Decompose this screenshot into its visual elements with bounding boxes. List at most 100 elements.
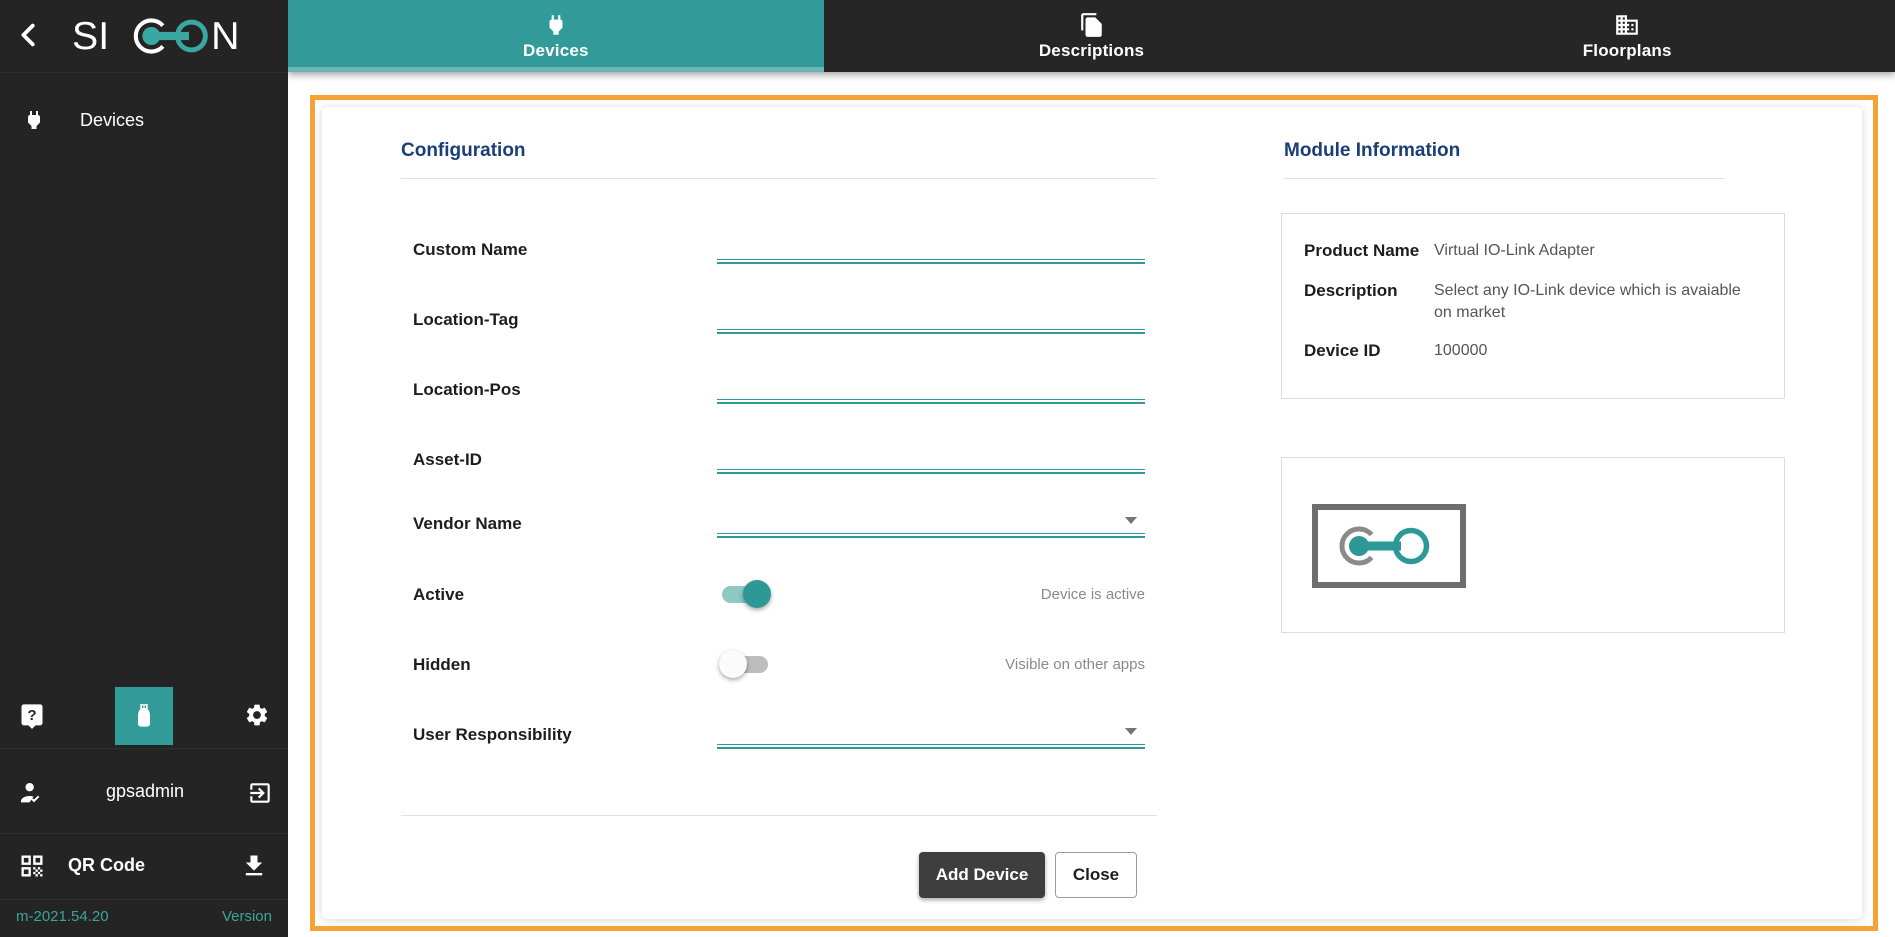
svg-text:?: ? bbox=[27, 707, 36, 724]
plug-icon bbox=[543, 12, 569, 38]
tab-floorplans[interactable]: Floorplans bbox=[1359, 0, 1895, 72]
input-underline bbox=[717, 744, 1145, 749]
sicon-logo: SI N bbox=[72, 10, 252, 62]
gear-icon bbox=[244, 702, 270, 728]
module-info-card: Product Name Virtual IO-Link Adapter Des… bbox=[1281, 213, 1785, 399]
version-value: m-2021.54.20 bbox=[16, 908, 109, 925]
tab-descriptions[interactable]: Descriptions bbox=[824, 0, 1360, 72]
help-button[interactable]: ? bbox=[18, 702, 46, 730]
vendor-name-select[interactable] bbox=[717, 504, 1145, 544]
configuration-title: Configuration bbox=[401, 140, 526, 162]
form-row-location-pos: Location-Pos bbox=[413, 370, 1145, 410]
logout-icon bbox=[247, 780, 273, 806]
sidebar-usb-module-button[interactable] bbox=[115, 687, 173, 745]
asset-id-input[interactable] bbox=[717, 440, 1145, 480]
field-label: User Responsibility bbox=[413, 715, 572, 755]
field-hint: Device is active bbox=[1041, 575, 1145, 615]
input-underline bbox=[717, 329, 1145, 334]
qr-code-icon bbox=[18, 852, 46, 880]
module-information-title: Module Information bbox=[1284, 140, 1460, 162]
toggle-knob bbox=[719, 650, 747, 678]
input-underline bbox=[717, 533, 1145, 538]
field-label: Vendor Name bbox=[413, 504, 522, 544]
location-pos-input[interactable] bbox=[717, 370, 1145, 410]
sidebar: SI N Devices ? bbox=[0, 0, 288, 937]
download-button[interactable] bbox=[240, 852, 268, 880]
app-root: SI N Devices ? bbox=[0, 0, 1895, 937]
tab-label: Floorplans bbox=[1583, 41, 1672, 61]
input-underline bbox=[717, 259, 1145, 264]
co-device-logo bbox=[1329, 518, 1449, 574]
version-label: Version bbox=[222, 908, 272, 925]
divider bbox=[401, 815, 1157, 816]
hidden-toggle-field: Visible on other apps bbox=[717, 645, 1145, 685]
field-label: Asset-ID bbox=[413, 440, 482, 480]
field-hint: Visible on other apps bbox=[1005, 645, 1145, 685]
active-toggle[interactable] bbox=[722, 586, 768, 603]
sidebar-divider bbox=[0, 748, 288, 749]
chevron-down-icon[interactable] bbox=[1125, 517, 1137, 524]
user-check-icon bbox=[18, 779, 46, 807]
back-button[interactable] bbox=[14, 20, 46, 52]
building-icon bbox=[1614, 12, 1640, 38]
input-underline bbox=[717, 469, 1145, 474]
logo-area: SI N bbox=[0, 0, 288, 73]
input-underline bbox=[717, 399, 1145, 404]
info-value: Virtual IO-Link Adapter bbox=[1434, 240, 1762, 263]
info-value: Select any IO-Link device which is avaia… bbox=[1434, 280, 1762, 323]
field-label: Location-Tag bbox=[413, 300, 518, 340]
help-icon: ? bbox=[18, 702, 46, 730]
info-value: 100000 bbox=[1434, 340, 1762, 363]
documents-icon bbox=[1079, 12, 1105, 38]
info-row-description: Description Select any IO-Link device wh… bbox=[1304, 280, 1762, 323]
sidebar-divider bbox=[0, 833, 288, 834]
settings-button[interactable] bbox=[244, 702, 270, 728]
logout-button[interactable] bbox=[247, 780, 273, 806]
usb-device-icon bbox=[129, 701, 159, 731]
field-label: Hidden bbox=[413, 645, 471, 685]
info-label: Product Name bbox=[1304, 240, 1434, 263]
form-row-hidden: Hidden Visible on other apps bbox=[413, 645, 1145, 685]
location-tag-input[interactable] bbox=[717, 300, 1145, 340]
form-row-location-tag: Location-Tag bbox=[413, 300, 1145, 340]
divider bbox=[401, 178, 1157, 179]
username-label: gpsadmin bbox=[60, 781, 230, 802]
info-label: Description bbox=[1304, 280, 1434, 323]
form-row-user-responsibility: User Responsibility bbox=[413, 715, 1145, 755]
chevron-left-icon bbox=[14, 20, 44, 50]
field-label: Active bbox=[413, 575, 464, 615]
field-label: Custom Name bbox=[413, 230, 527, 270]
field-label: Location-Pos bbox=[413, 370, 521, 410]
info-row-product-name: Product Name Virtual IO-Link Adapter bbox=[1304, 240, 1762, 263]
form-row-active: Active Device is active bbox=[413, 575, 1145, 615]
user-responsibility-select[interactable] bbox=[717, 715, 1145, 755]
tab-label: Devices bbox=[523, 41, 589, 61]
active-tab-indicator bbox=[288, 67, 824, 72]
custom-name-input[interactable] bbox=[717, 230, 1145, 270]
add-device-dialog: Configuration Custom Name Location-Tag L… bbox=[322, 107, 1862, 919]
tab-label: Descriptions bbox=[1039, 41, 1144, 61]
svg-text:SI: SI bbox=[72, 14, 109, 58]
form-row-asset-id: Asset-ID bbox=[413, 440, 1145, 480]
top-tab-bar: Devices Descriptions Floorplans bbox=[288, 0, 1895, 72]
device-image-card bbox=[1281, 457, 1785, 633]
sidebar-item-devices[interactable]: Devices bbox=[0, 98, 288, 142]
device-logo-frame bbox=[1312, 504, 1466, 588]
sidebar-item-label: Devices bbox=[80, 98, 144, 142]
sidebar-divider bbox=[0, 899, 288, 900]
info-row-device-id: Device ID 100000 bbox=[1304, 340, 1762, 363]
add-device-button[interactable]: Add Device bbox=[919, 852, 1045, 898]
form-row-custom-name: Custom Name bbox=[413, 230, 1145, 270]
plug-icon bbox=[22, 108, 46, 132]
hidden-toggle[interactable] bbox=[722, 656, 768, 673]
svg-text:N: N bbox=[211, 14, 239, 58]
download-icon bbox=[240, 852, 268, 880]
divider bbox=[1284, 178, 1725, 179]
form-row-vendor-name: Vendor Name bbox=[413, 504, 1145, 544]
toggle-knob bbox=[743, 580, 771, 608]
tab-devices[interactable]: Devices bbox=[288, 0, 824, 72]
close-button[interactable]: Close bbox=[1055, 852, 1137, 898]
qr-code-label: QR Code bbox=[68, 855, 145, 876]
active-toggle-field: Device is active bbox=[717, 575, 1145, 615]
chevron-down-icon[interactable] bbox=[1125, 728, 1137, 735]
